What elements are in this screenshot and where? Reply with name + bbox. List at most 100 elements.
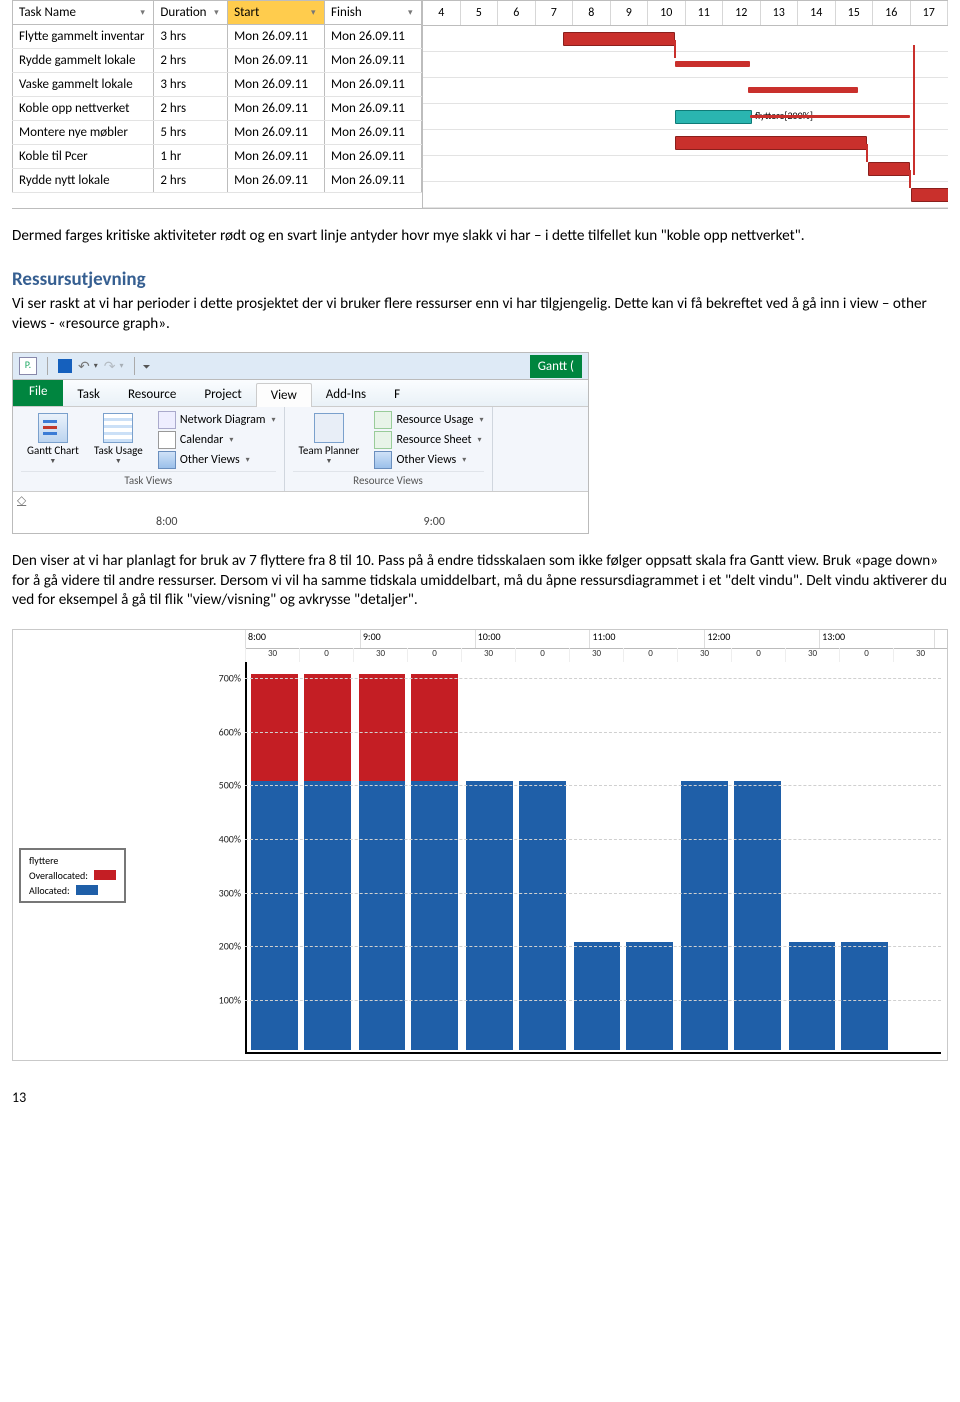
tab-format[interactable]: F bbox=[380, 383, 414, 406]
resource-sheet-button[interactable]: Resource Sheet▾ bbox=[374, 431, 483, 449]
calendar-icon bbox=[158, 431, 176, 449]
tab-task[interactable]: Task bbox=[63, 383, 114, 406]
timescale-preview: 8:00 9:00 bbox=[13, 509, 588, 533]
col-duration[interactable]: Duration▾ bbox=[154, 1, 228, 25]
gantt-bar[interactable] bbox=[911, 188, 948, 202]
collapse-icon[interactable]: ◇ bbox=[17, 493, 26, 508]
overalloc-bar bbox=[304, 674, 351, 781]
resource-usage-icon bbox=[374, 411, 392, 429]
resource-usage-button[interactable]: Resource Usage▾ bbox=[374, 411, 483, 429]
task-usage-icon bbox=[103, 413, 133, 443]
gantt-chart-button[interactable]: Gantt Chart▼ bbox=[21, 411, 85, 467]
quick-access-toolbar: P. ↶▾ ↷▾ ⏷ Gantt ( bbox=[13, 353, 588, 380]
alloc-bar bbox=[789, 942, 836, 1049]
alloc-bar bbox=[411, 781, 458, 1049]
legend-over-label: Overallocated: bbox=[29, 869, 88, 882]
alloc-bar bbox=[519, 781, 566, 1049]
alloc-bar bbox=[359, 781, 406, 1049]
slack-line bbox=[750, 115, 910, 118]
y-tick-label: 300% bbox=[203, 886, 241, 899]
y-tick-label: 600% bbox=[203, 725, 241, 738]
resource-sheet-icon bbox=[374, 431, 392, 449]
other-views-icon bbox=[158, 451, 176, 469]
qat-dropdown-icon[interactable]: ⏷ bbox=[143, 360, 151, 373]
gantt-bar[interactable] bbox=[563, 32, 675, 46]
group-label: Task Views bbox=[21, 471, 276, 489]
y-tick-label: 400% bbox=[203, 832, 241, 845]
alloc-bar bbox=[681, 781, 728, 1049]
page-number: 13 bbox=[12, 1089, 948, 1106]
col-task[interactable]: Task Name▾ bbox=[13, 1, 154, 25]
alloc-bar bbox=[574, 942, 621, 1049]
gantt-bar[interactable] bbox=[675, 110, 752, 124]
table-row: Rydde nytt lokale2 hrsMon 26.09.11Mon 26… bbox=[13, 169, 422, 193]
ribbon-tabs: File Task Resource Project View Add-Ins … bbox=[13, 380, 588, 406]
paragraph: Dermed farges kritiske aktiviteter rødt … bbox=[12, 227, 948, 246]
network-diagram-button[interactable]: Network Diagram▾ bbox=[158, 411, 276, 429]
calendar-button[interactable]: Calendar▾ bbox=[158, 431, 276, 449]
y-tick-label: 200% bbox=[203, 940, 241, 953]
alloc-bar bbox=[626, 942, 673, 1049]
col-start[interactable]: Start▾ bbox=[228, 1, 325, 25]
project-icon[interactable]: P. bbox=[19, 357, 37, 375]
filter-icon[interactable]: ▾ bbox=[214, 7, 224, 17]
network-diagram-icon bbox=[158, 411, 176, 429]
gantt-bar[interactable] bbox=[675, 61, 750, 67]
paragraph: Den viser at vi har planlagt for bruk av… bbox=[12, 552, 948, 610]
col-finish[interactable]: Finish▾ bbox=[325, 1, 422, 25]
team-planner-button[interactable]: Team Planner▼ bbox=[293, 411, 366, 467]
team-planner-icon bbox=[314, 413, 344, 443]
other-views-icon bbox=[374, 451, 392, 469]
other-views-res-button[interactable]: Other Views▾ bbox=[374, 451, 483, 469]
legend-swatch-red bbox=[94, 870, 116, 880]
tab-addins[interactable]: Add-Ins bbox=[312, 383, 380, 406]
gantt-chart-icon bbox=[38, 413, 68, 443]
alloc-bar bbox=[251, 781, 298, 1049]
alloc-bar bbox=[304, 781, 351, 1049]
save-icon[interactable] bbox=[58, 359, 72, 373]
task-usage-button[interactable]: Task Usage▼ bbox=[88, 411, 149, 467]
overalloc-bar bbox=[251, 674, 298, 781]
y-tick-label: 700% bbox=[203, 671, 241, 684]
overalloc-bar bbox=[411, 674, 458, 781]
group-resource-views: Team Planner▼ Resource Usage▾ Resource S… bbox=[285, 407, 493, 491]
group-task-views: Gantt Chart▼ Task Usage▼ Network Diagram… bbox=[13, 407, 285, 491]
filter-icon[interactable]: ▾ bbox=[140, 7, 150, 17]
title-bar-fragment: Gantt ( bbox=[530, 355, 582, 378]
alloc-bar bbox=[734, 781, 781, 1049]
gantt-bar[interactable] bbox=[868, 162, 910, 176]
timeline-header: 4567 891011 12131415 1617 bbox=[423, 1, 948, 26]
undo-icon[interactable]: ↶ bbox=[78, 358, 90, 375]
resource-graph: flyttere Overallocated: Allocated: 8:009… bbox=[12, 629, 948, 1061]
group-label: Resource Views bbox=[293, 471, 484, 489]
table-row: Koble opp nettverket2 hrsMon 26.09.11Mon… bbox=[13, 97, 422, 121]
filter-icon[interactable]: ▾ bbox=[311, 7, 321, 17]
table-row: Rydde gammelt lokale2 hrsMon 26.09.11Mon… bbox=[13, 49, 422, 73]
chart-time-sub: 300300 300300 300300 30 bbox=[245, 648, 947, 662]
paragraph: Vi ser raskt at vi har perioder i dette … bbox=[12, 295, 948, 334]
filter-icon[interactable]: ▾ bbox=[408, 7, 418, 17]
chart-plot-area bbox=[245, 662, 941, 1054]
tab-resource[interactable]: Resource bbox=[114, 383, 190, 406]
legend-resource-name: flyttere bbox=[29, 854, 116, 867]
table-row: Vaske gammelt lokale3 hrsMon 26.09.11Mon… bbox=[13, 73, 422, 97]
table-row: Koble til Pcer1 hrMon 26.09.11Mon 26.09.… bbox=[13, 145, 422, 169]
gantt-bar[interactable] bbox=[748, 87, 858, 93]
file-tab[interactable]: File bbox=[13, 380, 63, 406]
redo-icon[interactable]: ↷ bbox=[104, 358, 116, 375]
table-row: Flytte gammelt inventar3 hrsMon 26.09.11… bbox=[13, 25, 422, 49]
gantt-bar[interactable] bbox=[675, 136, 867, 150]
chart-time-header: 8:009:0010:00 11:0012:0013:00 bbox=[245, 630, 947, 649]
legend-swatch-blue bbox=[76, 885, 98, 895]
overalloc-bar bbox=[359, 674, 406, 781]
tab-project[interactable]: Project bbox=[190, 383, 255, 406]
y-tick-label: 100% bbox=[203, 994, 241, 1007]
other-views-task-button[interactable]: Other Views▾ bbox=[158, 451, 276, 469]
tab-view[interactable]: View bbox=[256, 383, 312, 407]
alloc-bar bbox=[466, 781, 513, 1049]
alloc-bar bbox=[841, 942, 888, 1049]
table-row: Montere nye møbler5 hrsMon 26.09.11Mon 2… bbox=[13, 121, 422, 145]
heading-ressursutjevning: Ressursutjevning bbox=[12, 268, 948, 291]
legend-alloc-label: Allocated: bbox=[29, 884, 70, 897]
gantt-table: Task Name▾ Duration▾ Start▾ Finish▾ Flyt… bbox=[12, 0, 948, 209]
